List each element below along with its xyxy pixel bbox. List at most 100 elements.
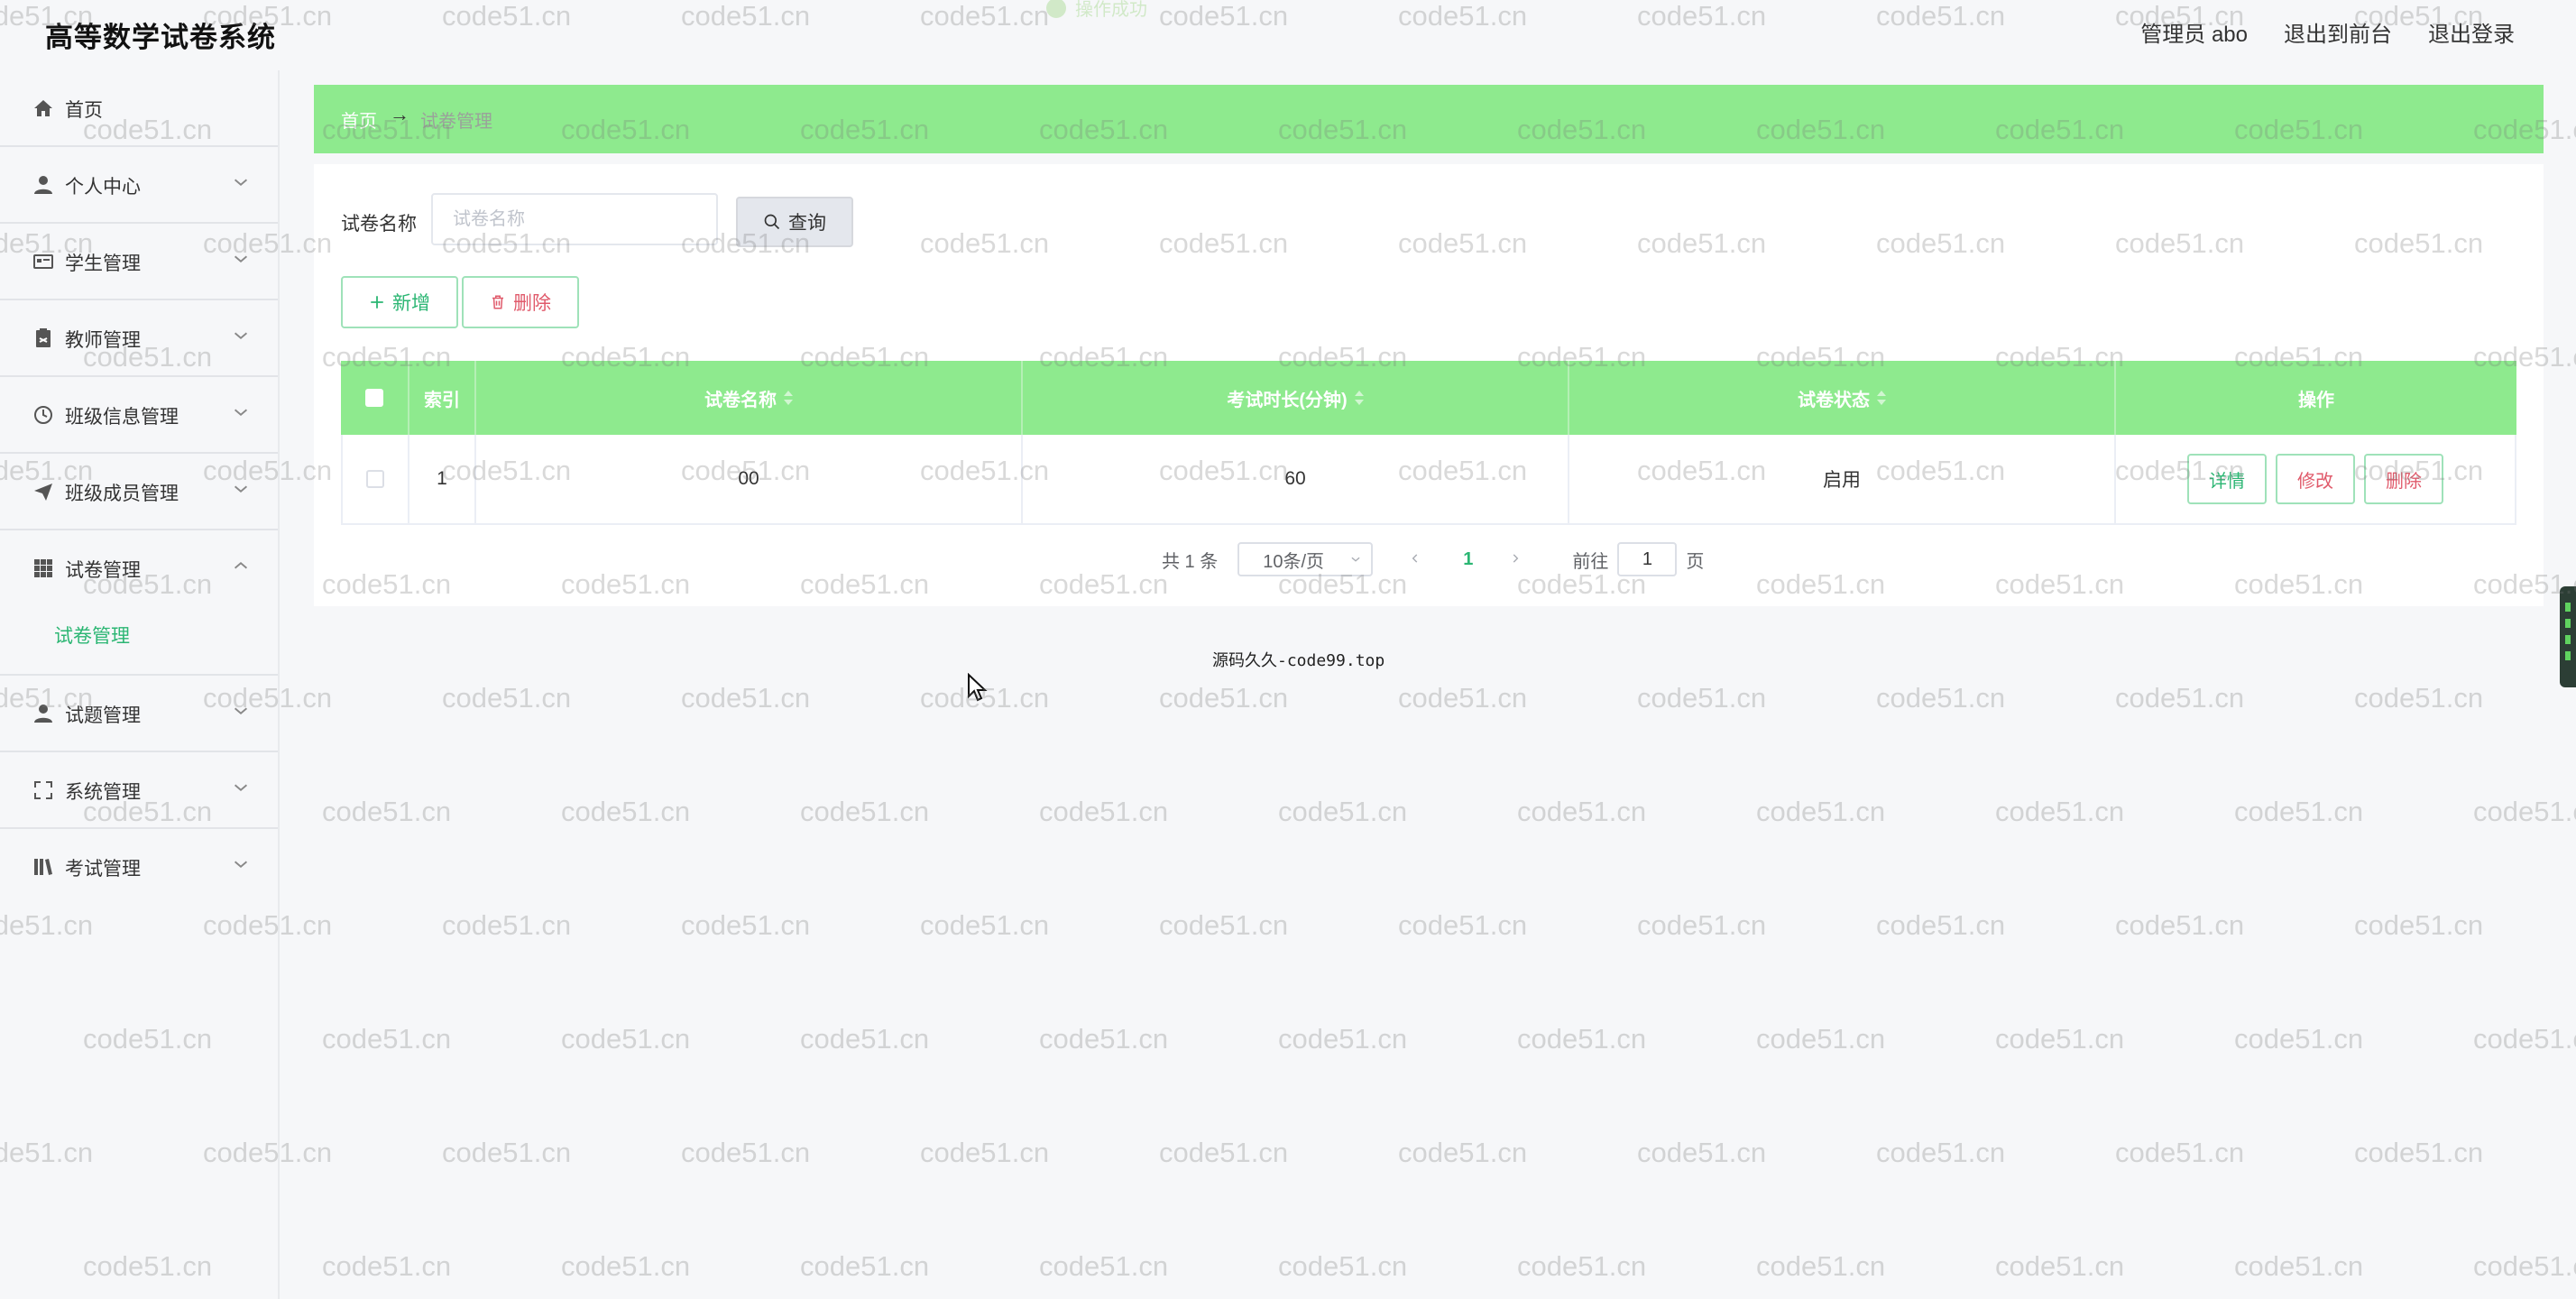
watermark-text: code51.cn <box>1637 1137 1767 1168</box>
sidebar-item-label: 系统管理 <box>65 782 141 803</box>
top-actions: 管理员 abo 退出到前台 退出登录 <box>2140 16 2515 48</box>
watermark-text: code51.cn <box>800 1250 930 1282</box>
edit-button[interactable]: 修改 <box>2276 454 2355 504</box>
pagination-total: 共 1 条 <box>1162 551 1219 572</box>
watermark-text: code51.cn <box>1398 909 1528 941</box>
row-delete-button[interactable]: 删除 <box>2364 454 2443 504</box>
submenu-paper-management: 试卷管理 <box>0 605 278 676</box>
column-header-duration[interactable]: 考试时长(分钟) <box>1023 361 1569 435</box>
watermark-text: code51.cn <box>1278 796 1408 827</box>
chevron-up-icon <box>234 562 248 569</box>
home-icon <box>34 100 52 116</box>
watermark-text: code51.cn <box>800 1023 930 1055</box>
toast-text: 操作成功 <box>1075 0 1147 20</box>
goto-label: 前往 <box>1572 551 1609 572</box>
column-header-status[interactable]: 试卷状态 <box>1569 361 2116 435</box>
page-number[interactable]: 1 <box>1463 549 1473 570</box>
chevron-right-icon <box>1513 553 1519 563</box>
exit-to-front-link[interactable]: 退出到前台 <box>2284 16 2392 48</box>
goto-page-unit: 页 <box>1686 551 1705 572</box>
watermark-text: code51.cn <box>1517 1250 1647 1282</box>
chevron-left-icon <box>1412 553 1418 563</box>
watermark-text: code51.cn <box>2473 1250 2576 1282</box>
watermark-text: code51.cn <box>1995 1250 2125 1282</box>
watermark-text: code51.cn <box>1637 909 1767 941</box>
watermark-text: code51.cn <box>1876 682 2006 714</box>
sidebar-item-home[interactable]: 首页 <box>0 70 278 147</box>
sort-icon[interactable] <box>1354 391 1364 405</box>
next-page-button[interactable] <box>1509 549 1522 570</box>
add-button[interactable]: 新增 <box>341 276 458 328</box>
watermark-text: code51.cn <box>2234 796 2364 827</box>
sidebar: 首页 个人中心 学生管理 教师管理 班级信息管理 班级成员管理 试卷管理 试卷管… <box>0 70 280 1299</box>
chevron-down-icon <box>234 255 248 263</box>
page-size-value: 10条/页 <box>1263 551 1325 572</box>
watermark-text: code51.cn <box>442 909 572 941</box>
top-bar: 高等数学试卷系统 操作成功 管理员 abo 退出到前台 退出登录 <box>0 0 2576 65</box>
chevron-down-icon <box>234 861 248 868</box>
watermark-text: code51.cn <box>800 796 930 827</box>
submenu-item-paper-management[interactable]: 试卷管理 <box>54 622 130 649</box>
batch-delete-button[interactable]: 删除 <box>462 276 579 328</box>
sidebar-item-class-member-management[interactable]: 班级成员管理 <box>0 454 278 530</box>
sidebar-item-label: 教师管理 <box>65 330 141 351</box>
pagination: 共 1 条 10条/页 1 前往 1 页 <box>1162 541 1704 577</box>
row-index: 1 <box>409 435 476 523</box>
goto-page-input[interactable]: 1 <box>1617 542 1678 576</box>
sidebar-item-teacher-management[interactable]: 教师管理 <box>0 300 278 377</box>
sidebar-item-student-management[interactable]: 学生管理 <box>0 224 278 300</box>
sidebar-item-exam-management[interactable]: 考试管理 <box>0 829 278 904</box>
watermark-text: code51.cn <box>1039 1023 1169 1055</box>
column-header-paper-name[interactable]: 试卷名称 <box>476 361 1023 435</box>
watermark-text: code51.cn <box>1756 796 1886 827</box>
column-header-label: 试卷名称 <box>704 390 777 410</box>
watermark-text: code51.cn <box>1876 1137 2006 1168</box>
breadcrumb-current: 试卷管理 <box>420 112 492 132</box>
admin-username: 管理员 abo <box>2140 23 2248 47</box>
watermark-text: code51.cn <box>2234 1023 2364 1055</box>
select-all-checkbox[interactable] <box>365 389 383 407</box>
row-duration: 60 <box>1023 435 1569 523</box>
row-checkbox[interactable] <box>366 470 384 488</box>
watermark-text: code51.cn <box>1039 1250 1169 1282</box>
paper-name-search-input[interactable] <box>433 195 716 244</box>
column-header-label: 考试时长(分钟) <box>1227 390 1348 410</box>
sidebar-item-system-management[interactable]: 系统管理 <box>0 752 278 829</box>
side-widget-handle[interactable] <box>2560 586 2576 687</box>
breadcrumb-home-link[interactable]: 首页 <box>341 106 377 133</box>
watermark-text: code51.cn <box>1278 1250 1408 1282</box>
search-input-wrapper <box>431 193 718 245</box>
watermark-text: code51.cn <box>561 1023 691 1055</box>
sort-icon[interactable] <box>1877 391 1886 405</box>
sidebar-item-class-info-management[interactable]: 班级信息管理 <box>0 377 278 454</box>
search-button[interactable]: 查询 <box>736 197 853 247</box>
user-icon <box>34 176 52 194</box>
search-button-label: 查询 <box>788 213 826 234</box>
column-header-label: 索引 <box>424 390 460 410</box>
watermark-text: code51.cn <box>322 1250 452 1282</box>
sort-icon[interactable] <box>784 391 793 405</box>
success-toast: 操作成功 <box>1046 0 1147 21</box>
chevron-down-icon <box>234 784 248 791</box>
sidebar-item-personal-center[interactable]: 个人中心 <box>0 147 278 224</box>
watermark-text: code51.cn <box>1517 796 1647 827</box>
grid-icon <box>34 559 52 577</box>
watermark-text: code51.cn <box>2354 909 2484 941</box>
prev-page-button[interactable] <box>1409 549 1421 570</box>
watermark-text: code51.cn <box>1159 909 1289 941</box>
paper-table: 索引 试卷名称 考试时长(分钟) 试卷状态 操作 1 00 60 启用 详情 修… <box>341 361 2516 525</box>
clipboard-icon <box>36 328 51 347</box>
chevron-down-icon <box>234 332 248 339</box>
logout-link[interactable]: 退出登录 <box>2428 16 2515 48</box>
detail-button[interactable]: 详情 <box>2187 454 2267 504</box>
sidebar-item-label: 学生管理 <box>65 253 141 274</box>
sidebar-item-question-management[interactable]: 试题管理 <box>0 676 278 752</box>
trash-icon <box>492 295 503 309</box>
app-title: 高等数学试卷系统 <box>45 22 276 53</box>
page-size-select[interactable]: 10条/页 <box>1237 542 1374 576</box>
watermark-text: code51.cn <box>1039 796 1169 827</box>
sidebar-item-paper-management[interactable]: 试卷管理 <box>0 530 278 605</box>
watermark-text: code51.cn <box>1398 1137 1528 1168</box>
add-button-label: 新增 <box>392 293 430 314</box>
chevron-down-icon <box>234 179 248 186</box>
